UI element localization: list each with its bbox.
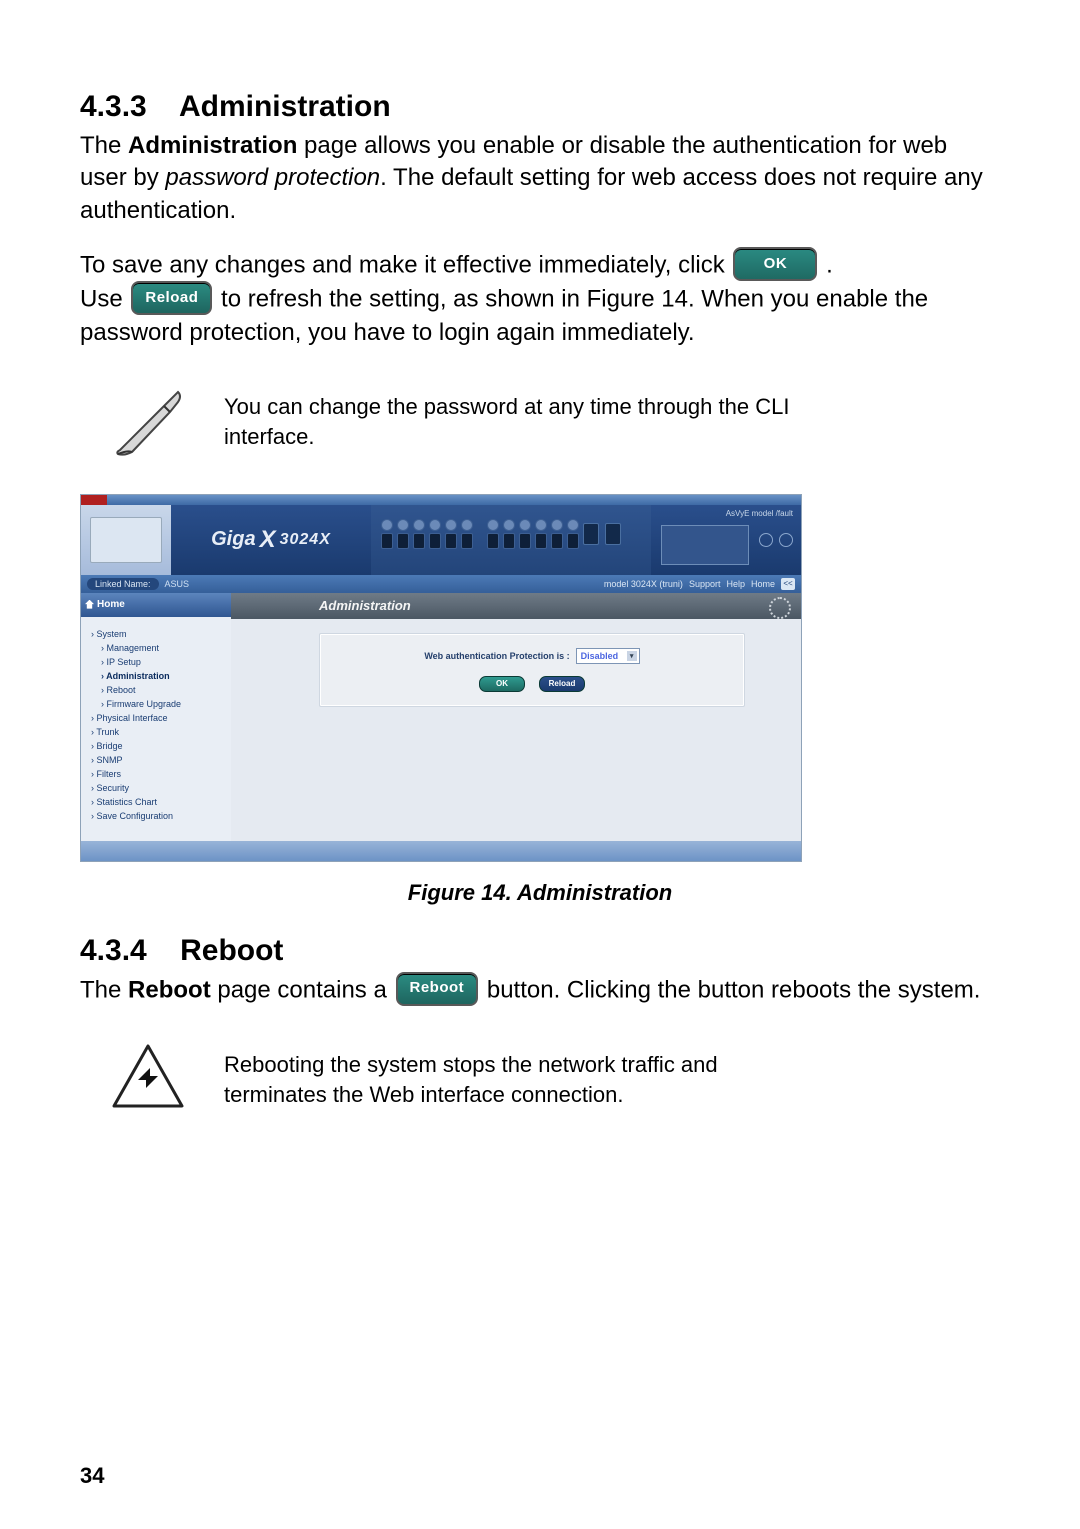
nav-item[interactable]: Physical Interface bbox=[91, 711, 227, 725]
header-thumb bbox=[661, 525, 749, 565]
link-home[interactable]: Home bbox=[751, 579, 775, 589]
auth-label: Web authentication Protection is : bbox=[424, 651, 569, 661]
nav-item[interactable]: Trunk bbox=[91, 725, 227, 739]
header-icons bbox=[759, 533, 793, 547]
text: The bbox=[80, 976, 128, 1003]
nav-list: SystemManagementIP SetupAdministrationRe… bbox=[81, 627, 231, 823]
settings-card: Web authentication Protection is : Disab… bbox=[319, 633, 745, 707]
nav-item[interactable]: Management bbox=[91, 641, 227, 655]
nav-item[interactable]: Administration bbox=[91, 669, 227, 683]
text: To save any changes and make it effectiv… bbox=[80, 252, 731, 279]
product-logo: Giga X 3024X bbox=[171, 505, 371, 575]
infobar-value: ASUS bbox=[165, 579, 190, 589]
nav-item[interactable]: Bridge bbox=[91, 739, 227, 753]
admin-paragraph-2: To save any changes and make it effectiv… bbox=[80, 249, 1000, 349]
warning-callout: Rebooting the system stops the network t… bbox=[104, 1036, 1000, 1124]
nav-item[interactable]: Firmware Upgrade bbox=[91, 697, 227, 711]
text: page contains a bbox=[211, 976, 394, 1003]
text: The bbox=[80, 132, 128, 159]
heading-title: Reboot bbox=[180, 934, 283, 967]
link-help[interactable]: Help bbox=[726, 579, 745, 589]
chevron-down-icon: ▾ bbox=[627, 651, 637, 661]
figure-caption: Figure 14. Administration bbox=[80, 880, 1000, 906]
nav-item[interactable]: Save Configuration bbox=[91, 809, 227, 823]
figure-main: Administration Web authentication Protec… bbox=[231, 593, 801, 841]
page-number: 34 bbox=[80, 1463, 104, 1489]
auth-select-value: Disabled bbox=[581, 651, 619, 661]
reload-button[interactable]: Reload bbox=[539, 676, 585, 692]
figure-footer bbox=[81, 841, 801, 861]
nav-item[interactable]: SNMP bbox=[91, 753, 227, 767]
heading-number: 4.3.4 bbox=[80, 934, 147, 967]
nav-item[interactable]: Statistics Chart bbox=[91, 795, 227, 809]
logo-x-icon: X bbox=[260, 526, 276, 554]
heading-reboot: 4.3.4 Reboot bbox=[80, 934, 1000, 968]
warning-icon bbox=[104, 1036, 192, 1124]
panel-heading: Administration bbox=[231, 593, 801, 619]
note-icon bbox=[104, 378, 192, 466]
infobar-model: model 3024X (truni) bbox=[604, 579, 683, 589]
document-page: 4.3.3 Administration The Administration … bbox=[0, 0, 1080, 1529]
figure-nav: Home SystemManagementIP SetupAdministrat… bbox=[81, 593, 231, 841]
nav-item[interactable]: Security bbox=[91, 781, 227, 795]
nav-item[interactable]: Filters bbox=[91, 767, 227, 781]
figure-brand-corner bbox=[81, 495, 107, 505]
text: Use bbox=[80, 286, 129, 313]
heading-title: Administration bbox=[179, 90, 391, 123]
figure-body: Home SystemManagementIP SetupAdministrat… bbox=[81, 593, 801, 841]
reload-button[interactable]: Reload bbox=[131, 281, 212, 315]
panel-heading-text: Administration bbox=[319, 598, 411, 613]
text-italic: password protection bbox=[165, 164, 380, 191]
link-support[interactable]: Support bbox=[689, 579, 721, 589]
infobar-label: Linked Name: bbox=[87, 578, 159, 590]
figure-administration-screenshot: Giga X 3024X AsVyE model /fault bbox=[80, 494, 802, 862]
reboot-paragraph-1: The Reboot page contains a Reboot button… bbox=[80, 974, 1000, 1008]
logo-text-a: Giga bbox=[211, 528, 255, 551]
ok-button[interactable]: OK bbox=[733, 247, 817, 281]
ok-button[interactable]: OK bbox=[479, 676, 525, 692]
text-bold: Reboot bbox=[128, 976, 211, 1003]
device-thumbnail bbox=[81, 505, 171, 575]
text: button. Clicking the button reboots the … bbox=[487, 976, 981, 1003]
header-status-text: AsVyE model /fault bbox=[726, 509, 793, 518]
text-bold: Administration bbox=[128, 132, 297, 159]
header-right: AsVyE model /fault bbox=[651, 505, 801, 575]
nav-item[interactable]: System bbox=[91, 627, 227, 641]
heading-number: 4.3.3 bbox=[80, 90, 147, 123]
note-callout: You can change the password at any time … bbox=[104, 378, 1000, 466]
port-panel bbox=[371, 505, 651, 575]
nav-home[interactable]: Home bbox=[81, 593, 231, 617]
figure-topbar bbox=[81, 495, 801, 505]
heading-administration: 4.3.3 Administration bbox=[80, 90, 1000, 124]
text: . bbox=[826, 252, 833, 279]
reboot-button[interactable]: Reboot bbox=[396, 972, 479, 1006]
nav-item[interactable]: Reboot bbox=[91, 683, 227, 697]
auth-select[interactable]: Disabled ▾ bbox=[576, 648, 640, 664]
admin-paragraph-1: The Administration page allows you enabl… bbox=[80, 130, 1000, 227]
gear-icon bbox=[769, 597, 791, 619]
warning-text: Rebooting the system stops the network t… bbox=[224, 1050, 824, 1109]
figure-infobar: Linked Name: ASUS model 3024X (truni) Su… bbox=[81, 575, 801, 593]
figure-header: Giga X 3024X AsVyE model /fault bbox=[81, 505, 801, 575]
uplink-ports bbox=[583, 523, 621, 545]
page-toggle[interactable]: << bbox=[781, 578, 795, 590]
note-text: You can change the password at any time … bbox=[224, 392, 824, 451]
nav-item[interactable]: IP Setup bbox=[91, 655, 227, 669]
logo-text-b: 3024X bbox=[280, 531, 331, 549]
